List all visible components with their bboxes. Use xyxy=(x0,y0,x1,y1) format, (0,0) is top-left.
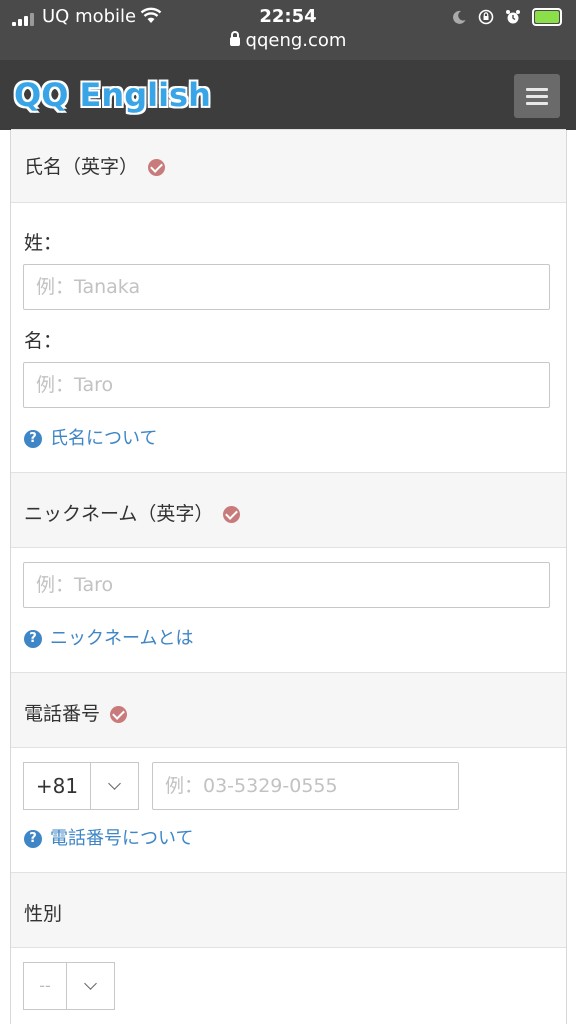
question-circle-icon: ? xyxy=(24,430,42,448)
lock-icon xyxy=(229,30,240,46)
chevron-down-icon xyxy=(90,763,139,809)
site-header: QQ English xyxy=(0,60,576,130)
first-name-label: 名： xyxy=(24,330,63,352)
name-section-header: 氏名（英字） xyxy=(11,129,566,203)
phone-section-title: 電話番号 xyxy=(24,703,101,725)
first-name-input[interactable] xyxy=(23,362,550,408)
check-circle-icon xyxy=(110,706,128,723)
hamburger-icon xyxy=(526,88,548,91)
status-bar: UQ mobile 22:54 qqeng.com xyxy=(0,0,576,60)
battery-icon xyxy=(532,7,562,26)
name-section-title: 氏名（英字） xyxy=(24,156,139,178)
chevron-down-icon xyxy=(66,963,115,1009)
nickname-section-header: ニックネーム（英字） xyxy=(11,472,566,548)
phone-help-link[interactable]: ? 電話番号について xyxy=(24,824,193,850)
last-name-input[interactable] xyxy=(23,264,550,310)
qq-english-logo[interactable]: QQ English xyxy=(14,76,211,114)
name-help-link[interactable]: ? 氏名について xyxy=(24,424,157,450)
check-circle-icon xyxy=(148,159,166,176)
moon-icon xyxy=(452,10,466,24)
url-text[interactable]: qqeng.com xyxy=(246,30,347,51)
registration-form: 氏名（英字） 姓： 名： ?氏名について ニックネーム（英字） ?ニックネームと… xyxy=(10,129,567,1024)
nickname-input[interactable] xyxy=(23,562,550,608)
gender-section-title: 性別 xyxy=(24,903,63,925)
last-name-label: 姓： xyxy=(24,232,63,254)
alarm-icon xyxy=(505,9,520,23)
question-circle-icon: ? xyxy=(24,830,42,848)
phone-section-header: 電話番号 xyxy=(11,672,566,748)
gender-value: -- xyxy=(39,976,51,995)
rotation-lock-icon xyxy=(478,9,494,24)
question-circle-icon: ? xyxy=(24,630,42,648)
nickname-section-title: ニックネーム（英字） xyxy=(24,503,214,525)
country-code-value: +81 xyxy=(35,774,79,798)
country-code-select[interactable]: +81 xyxy=(23,762,139,810)
gender-select[interactable]: -- xyxy=(23,962,115,1010)
menu-button[interactable] xyxy=(514,74,560,118)
gender-section-header: 性別 xyxy=(11,872,566,948)
nickname-help-link[interactable]: ? ニックネームとは xyxy=(24,624,193,650)
phone-number-input[interactable] xyxy=(152,762,459,810)
check-circle-icon xyxy=(223,506,241,523)
